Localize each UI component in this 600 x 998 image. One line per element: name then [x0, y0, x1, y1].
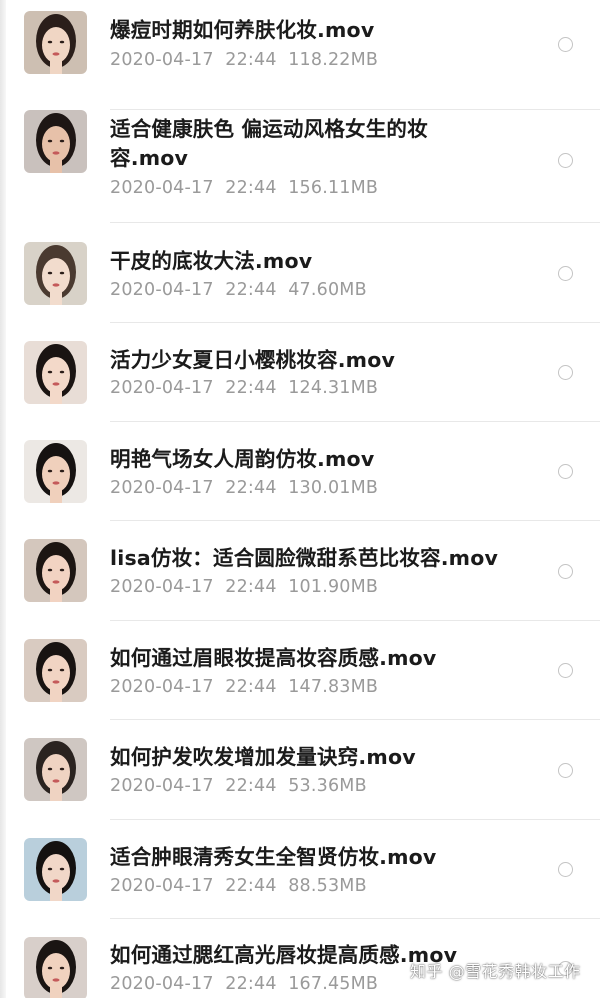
select-radio[interactable] — [558, 365, 573, 380]
thumbnail-image — [24, 110, 87, 173]
file-name: 如何通过腮红高光唇妆提高质感.mov — [110, 943, 458, 967]
file-date: 2020-04-17 — [110, 677, 214, 697]
file-name: 适合肿眼清秀女生全智贤仿妆.mov — [110, 845, 437, 869]
file-time: 22:44 — [225, 974, 277, 994]
file-time: 22:44 — [225, 677, 277, 697]
file-size: 167.45MB — [288, 974, 379, 994]
file-meta: 2020-04-17 22:44 88.53MB — [110, 876, 367, 896]
thumbnail-image — [24, 242, 87, 305]
file-name: 如何通过眉眼妆提高妆容质感.mov — [110, 646, 437, 670]
file-size: 101.90MB — [288, 577, 379, 597]
file-name: 明艳气场女人周韵仿妆.mov — [110, 447, 375, 471]
file-size: 147.83MB — [288, 677, 379, 697]
video-thumbnail — [24, 341, 87, 404]
thumbnail-image — [24, 341, 87, 404]
file-date: 2020-04-17 — [110, 178, 214, 198]
file-size: 88.53MB — [288, 876, 367, 896]
file-name: 干皮的底妆大法.mov — [110, 249, 313, 273]
thumbnail-image — [24, 738, 87, 801]
select-radio[interactable] — [558, 862, 573, 877]
file-date: 2020-04-17 — [110, 50, 214, 70]
select-radio[interactable] — [558, 153, 573, 168]
file-name: 爆痘时期如何养肤化妆.mov — [110, 18, 375, 42]
file-meta: 2020-04-17 22:44 118.22MB — [110, 50, 378, 70]
video-thumbnail — [24, 11, 87, 74]
video-thumbnail — [24, 242, 87, 305]
file-name: lisa仿妆：适合圆脸微甜系芭比妆容.mov — [110, 546, 499, 570]
thumbnail-image — [24, 440, 87, 503]
file-time: 22:44 — [225, 577, 277, 597]
file-meta: 2020-04-17 22:44 156.11MB — [110, 178, 378, 198]
file-size: 53.36MB — [288, 776, 367, 796]
select-radio[interactable] — [558, 266, 573, 281]
select-radio[interactable] — [558, 464, 573, 479]
watermark: 知乎 @雪花秀韩妆工作 — [410, 962, 581, 981]
file-list-item[interactable]: 活力少女夏日小樱桃妆容.mov 2020-04-17 22:44 124.31MB — [0, 323, 600, 422]
file-date: 2020-04-17 — [110, 378, 214, 398]
thumbnail-image — [24, 838, 87, 901]
video-thumbnail — [24, 937, 87, 998]
file-list-item[interactable]: 如何护发吹发增加发量诀窍.mov 2020-04-17 22:44 53.36MB — [0, 720, 600, 820]
file-list-item[interactable]: 适合健康肤色 偏运动风格女生的妆容.mov 2020-04-17 22:44 15… — [0, 110, 600, 223]
select-radio[interactable] — [558, 663, 573, 678]
file-time: 22:44 — [225, 876, 277, 896]
file-name: 如何护发吹发增加发量诀窍.mov — [110, 745, 416, 769]
file-meta: 2020-04-17 22:44 124.31MB — [110, 378, 378, 398]
file-list-item[interactable]: 如何通过眉眼妆提高妆容质感.mov 2020-04-17 22:44 147.83… — [0, 621, 600, 720]
file-size: 47.60MB — [288, 280, 367, 300]
file-meta: 2020-04-17 22:44 47.60MB — [110, 280, 367, 300]
file-meta: 2020-04-17 22:44 130.01MB — [110, 478, 378, 498]
file-date: 2020-04-17 — [110, 577, 214, 597]
video-thumbnail — [24, 110, 87, 173]
file-meta: 2020-04-17 22:44 53.36MB — [110, 776, 367, 796]
thumbnail-image — [24, 11, 87, 74]
file-list-screen: 爆痘时期如何养肤化妆.mov 2020-04-17 22:44 118.22MB 适… — [0, 0, 600, 998]
file-meta: 2020-04-17 22:44 167.45MB — [110, 974, 378, 994]
video-thumbnail — [24, 738, 87, 801]
file-size: 156.11MB — [288, 178, 379, 198]
thumbnail-image — [24, 937, 87, 998]
file-list-item[interactable]: 明艳气场女人周韵仿妆.mov 2020-04-17 22:44 130.01MB — [0, 422, 600, 521]
file-meta: 2020-04-17 22:44 147.83MB — [110, 677, 378, 697]
file-meta: 2020-04-17 22:44 101.90MB — [110, 577, 378, 597]
file-size: 130.01MB — [288, 478, 379, 498]
video-thumbnail — [24, 539, 87, 602]
video-thumbnail — [24, 440, 87, 503]
thumbnail-image — [24, 639, 87, 702]
video-thumbnail — [24, 639, 87, 702]
thumbnail-image — [24, 539, 87, 602]
file-size: 118.22MB — [288, 50, 379, 70]
file-list-item[interactable]: 干皮的底妆大法.mov 2020-04-17 22:44 47.60MB — [0, 223, 600, 323]
file-list-item[interactable]: 爆痘时期如何养肤化妆.mov 2020-04-17 22:44 118.22MB — [0, 0, 600, 110]
select-radio[interactable] — [558, 37, 573, 52]
file-date: 2020-04-17 — [110, 776, 214, 796]
file-time: 22:44 — [225, 378, 277, 398]
file-date: 2020-04-17 — [110, 974, 214, 994]
file-name: 适合健康肤色 偏运动风格女生的妆容.mov — [110, 117, 428, 170]
video-thumbnail — [24, 838, 87, 901]
file-time: 22:44 — [225, 280, 277, 300]
file-date: 2020-04-17 — [110, 876, 214, 896]
file-time: 22:44 — [225, 776, 277, 796]
file-time: 22:44 — [225, 178, 277, 198]
file-size: 124.31MB — [288, 378, 379, 398]
select-radio[interactable] — [558, 564, 573, 579]
file-date: 2020-04-17 — [110, 478, 214, 498]
file-date: 2020-04-17 — [110, 280, 214, 300]
select-radio[interactable] — [558, 763, 573, 778]
file-time: 22:44 — [225, 50, 277, 70]
file-name: 活力少女夏日小樱桃妆容.mov — [110, 348, 396, 372]
file-list-item[interactable]: lisa仿妆：适合圆脸微甜系芭比妆容.mov 2020-04-17 22:44 1… — [0, 521, 600, 621]
file-list-item[interactable]: 适合肿眼清秀女生全智贤仿妆.mov 2020-04-17 22:44 88.53M… — [0, 820, 600, 919]
file-time: 22:44 — [225, 478, 277, 498]
